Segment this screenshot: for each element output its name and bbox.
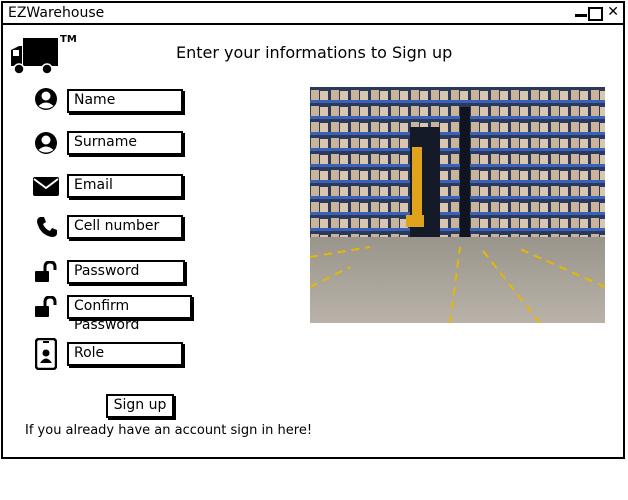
title-bar: EZWarehouse ✕: [3, 3, 623, 25]
phone-icon: [37, 217, 57, 237]
trademark-label: TM: [60, 34, 77, 45]
user-icon: [35, 88, 57, 110]
name-field[interactable]: Name: [67, 89, 183, 113]
close-button[interactable]: ✕: [607, 5, 619, 19]
maximize-button[interactable]: [588, 7, 603, 21]
signup-button[interactable]: Sign up: [106, 394, 174, 418]
truck-icon: [11, 38, 58, 75]
surname-field[interactable]: Surname: [67, 131, 183, 155]
window-title: EZWarehouse: [8, 5, 105, 21]
signin-link[interactable]: If you already have an account sign in h…: [25, 423, 312, 438]
confirm-password-field[interactable]: Confirm Password: [67, 295, 192, 333]
user-icon: [35, 132, 57, 154]
password-field[interactable]: Password: [67, 260, 185, 284]
minimize-button[interactable]: [575, 6, 587, 18]
envelope-icon: [33, 177, 59, 196]
role-field[interactable]: Role: [67, 342, 183, 366]
unlock-icon: [35, 261, 57, 282]
cell-number-field[interactable]: Cell number: [67, 215, 183, 239]
page-heading: Enter your informations to Sign up: [176, 43, 453, 62]
email-field[interactable]: Email: [67, 174, 183, 198]
warehouse-photo: [310, 87, 605, 323]
unlock-icon: [35, 296, 57, 317]
id-badge-icon: [35, 338, 57, 370]
